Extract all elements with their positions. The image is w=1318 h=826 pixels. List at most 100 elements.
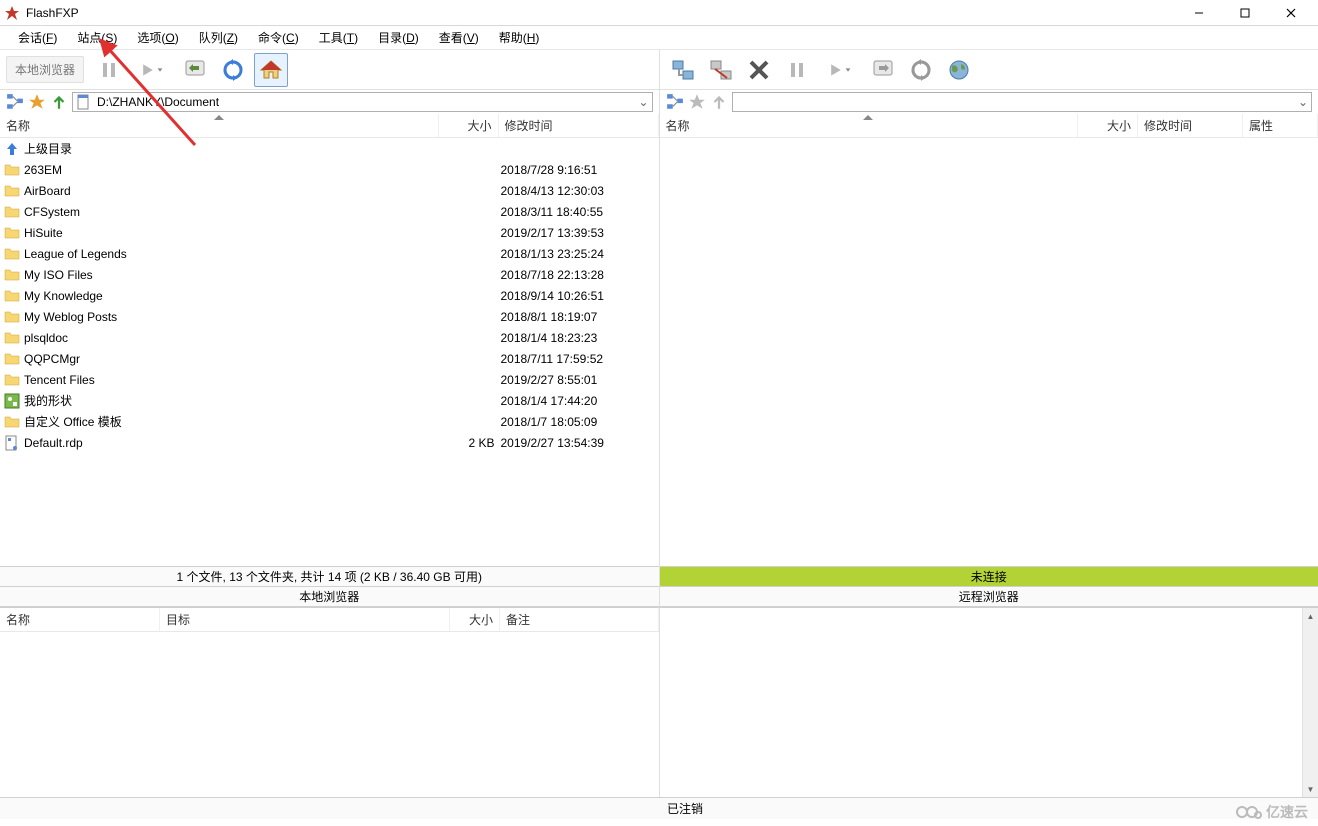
titlebar: FlashFXP	[0, 0, 1318, 26]
file-mtime: 2018/1/4 17:44:20	[501, 394, 659, 408]
local-header: 名称 大小 修改时间	[0, 114, 659, 138]
col-name[interactable]: 名称	[0, 608, 160, 631]
menu-site[interactable]: 站点(S)	[67, 27, 127, 48]
refresh-button[interactable]	[216, 53, 250, 87]
file-row[interactable]: 263EM 2018/7/28 9:16:51	[0, 159, 659, 180]
file-name: QQPCMgr	[24, 352, 441, 366]
transfer-button[interactable]	[178, 53, 212, 87]
up-arrow-icon	[4, 141, 20, 157]
folder-icon	[4, 288, 20, 304]
col-size[interactable]: 大小	[1078, 114, 1138, 137]
file-mtime: 2018/7/11 17:59:52	[501, 352, 659, 366]
file-row[interactable]: My Weblog Posts2018/8/1 18:19:07	[0, 306, 659, 327]
path-row: D:\ZHANKY\Document ⌄ ⌄	[0, 90, 1318, 114]
folder-icon	[4, 162, 20, 178]
col-attr[interactable]: 属性	[1243, 114, 1318, 137]
file-name: 自定义 Office 模板	[24, 413, 441, 430]
col-mtime[interactable]: 修改时间	[1138, 114, 1243, 137]
file-mtime: 2018/1/7 18:05:09	[501, 415, 659, 429]
file-name: My Weblog Posts	[24, 310, 441, 324]
remote-pause-button[interactable]	[780, 53, 814, 87]
tree-icon[interactable]	[6, 93, 24, 111]
scroll-up-icon[interactable]: ▲	[1303, 608, 1318, 624]
col-name[interactable]: 名称	[660, 114, 1079, 137]
local-path-combo[interactable]: D:\ZHANKY\Document ⌄	[72, 92, 653, 112]
menu-help[interactable]: 帮助(H)	[489, 27, 550, 48]
file-mtime: 2018/3/11 18:40:55	[501, 205, 659, 219]
col-name[interactable]: 名称	[0, 114, 439, 137]
local-path-text: D:\ZHANKY\Document	[93, 95, 636, 109]
file-row[interactable]: HiSuite2019/2/17 13:39:53	[0, 222, 659, 243]
shapes-icon	[4, 393, 20, 409]
col-mtime[interactable]: 修改时间	[499, 114, 659, 137]
file-mtime: 2018/7/28 9:16:51	[501, 163, 659, 177]
file-name: plsqldoc	[24, 331, 441, 345]
folder-icon	[4, 351, 20, 367]
menu-directory[interactable]: 目录(D)	[368, 27, 429, 48]
remote-refresh-button[interactable]	[904, 53, 938, 87]
menu-view[interactable]: 查看(V)	[429, 27, 489, 48]
remote-tree-icon[interactable]	[666, 93, 684, 111]
remote-path-combo[interactable]: ⌄	[732, 92, 1313, 112]
remote-header: 名称 大小 修改时间 属性	[660, 114, 1318, 138]
file-name: 263EM	[24, 163, 441, 177]
connect-button[interactable]	[666, 53, 700, 87]
file-mtime: 2019/2/27 13:54:39	[501, 436, 659, 450]
file-size: 2 KB	[441, 436, 501, 450]
menu-tools[interactable]: 工具(T)	[309, 27, 368, 48]
bookmark-icon[interactable]	[28, 93, 46, 111]
toolbar-local: 本地浏览器	[0, 50, 659, 89]
file-row[interactable]: Tencent Files2019/2/27 8:55:01	[0, 369, 659, 390]
file-row[interactable]: My Knowledge2018/9/14 10:26:51	[0, 285, 659, 306]
log-pane[interactable]: ▲ ▼	[660, 608, 1318, 797]
scrollbar[interactable]: ▲ ▼	[1302, 608, 1318, 797]
file-mtime: 2018/1/13 23:25:24	[501, 247, 659, 261]
minimize-button[interactable]	[1176, 0, 1222, 26]
remote-file-list[interactable]	[660, 138, 1318, 566]
globe-button[interactable]	[942, 53, 976, 87]
col-size[interactable]: 大小	[439, 114, 499, 137]
folder-icon	[4, 309, 20, 325]
menu-queue[interactable]: 队列(Z)	[189, 27, 248, 48]
col-size[interactable]: 大小	[450, 608, 500, 631]
queue-list[interactable]	[0, 632, 659, 797]
remote-play-button[interactable]	[818, 53, 862, 87]
col-remark[interactable]: 备注	[500, 608, 659, 631]
file-row[interactable]: AirBoard2018/4/13 12:30:03	[0, 180, 659, 201]
parent-dir-row[interactable]: 上级目录	[0, 138, 659, 159]
file-row[interactable]: My ISO Files2018/7/18 22:13:28	[0, 264, 659, 285]
local-status-2: 本地浏览器	[0, 587, 659, 607]
file-row[interactable]: QQPCMgr 2018/7/11 17:59:52	[0, 348, 659, 369]
abort-button[interactable]	[742, 53, 776, 87]
menu-commands[interactable]: 命令(C)	[248, 27, 309, 48]
file-row[interactable]: 我的形状 2018/1/4 17:44:20	[0, 390, 659, 411]
disconnect-button[interactable]	[704, 53, 738, 87]
up-folder-icon[interactable]	[50, 93, 68, 111]
home-button[interactable]	[254, 53, 288, 87]
pause-button[interactable]	[92, 53, 126, 87]
local-file-list[interactable]: 上级目录 263EM 2018/7/28 9:16:51 AirBoard2018/4…	[0, 138, 659, 566]
chevron-down-icon[interactable]: ⌄	[1295, 95, 1311, 109]
folder-icon	[4, 183, 20, 199]
play-button[interactable]	[130, 53, 174, 87]
file-row[interactable]: 自定义 Office 模板 2018/1/7 18:05:09	[0, 411, 659, 432]
file-row[interactable]: plsqldoc2018/1/4 18:23:23	[0, 327, 659, 348]
file-name: 我的形状	[24, 392, 441, 409]
menu-session[interactable]: 会话(F)	[8, 27, 67, 48]
file-name: CFSystem	[24, 205, 441, 219]
folder-icon	[4, 372, 20, 388]
chevron-down-icon[interactable]: ⌄	[636, 95, 652, 109]
close-button[interactable]	[1268, 0, 1314, 26]
file-row[interactable]: League of Legends2018/1/13 23:25:24	[0, 243, 659, 264]
remote-transfer-button[interactable]	[866, 53, 900, 87]
col-target[interactable]: 目标	[160, 608, 450, 631]
maximize-button[interactable]	[1222, 0, 1268, 26]
file-mtime: 2018/9/14 10:26:51	[501, 289, 659, 303]
folder-icon	[4, 225, 20, 241]
file-mtime: 2018/7/18 22:13:28	[501, 268, 659, 282]
file-row[interactable]: Default.rdp2 KB2019/2/27 13:54:39	[0, 432, 659, 453]
folder-icon	[4, 330, 20, 346]
menu-options[interactable]: 选项(O)	[127, 27, 188, 48]
file-row[interactable]: CFSystem 2018/3/11 18:40:55	[0, 201, 659, 222]
scroll-down-icon[interactable]: ▼	[1303, 781, 1318, 797]
